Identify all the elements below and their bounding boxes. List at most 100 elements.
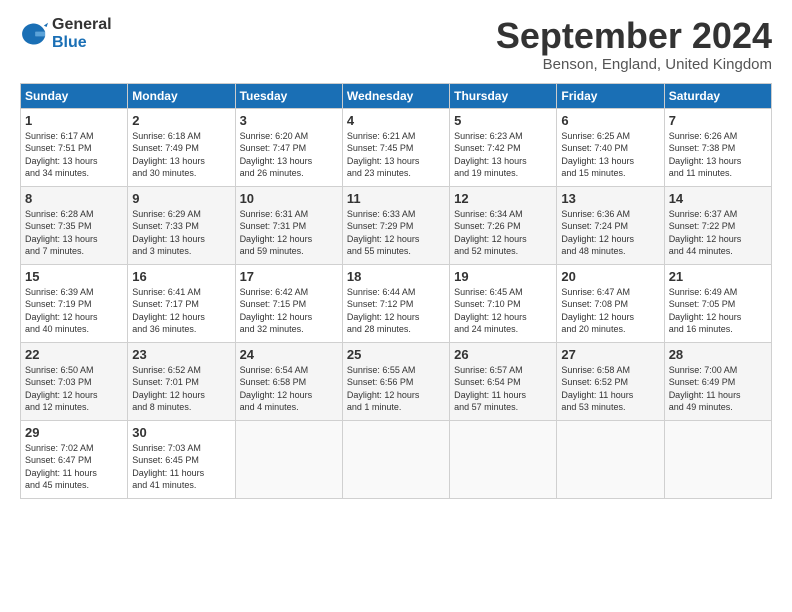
cell-info: Sunrise: 6:54 AMSunset: 6:58 PMDaylight:…	[240, 364, 338, 414]
calendar-cell: 7 Sunrise: 6:26 AMSunset: 7:38 PMDaylight…	[664, 108, 771, 186]
calendar-row-5: 29 Sunrise: 7:02 AMSunset: 6:47 PMDayligh…	[21, 420, 772, 498]
day-number: 29	[25, 425, 123, 440]
cell-info: Sunrise: 6:36 AMSunset: 7:24 PMDaylight:…	[561, 208, 659, 258]
calendar-table: Sunday Monday Tuesday Wednesday Thursday…	[20, 83, 772, 499]
cell-info: Sunrise: 6:29 AMSunset: 7:33 PMDaylight:…	[132, 208, 230, 258]
col-tuesday: Tuesday	[235, 83, 342, 108]
day-number: 24	[240, 347, 338, 362]
calendar-cell: 1Sunrise: 6:17 AMSunset: 7:51 PMDaylight…	[21, 108, 128, 186]
calendar-cell: 9 Sunrise: 6:29 AMSunset: 7:33 PMDaylight…	[128, 186, 235, 264]
logo-icon	[20, 20, 48, 48]
day-number: 25	[347, 347, 445, 362]
calendar-cell: 10Sunrise: 6:31 AMSunset: 7:31 PMDayligh…	[235, 186, 342, 264]
cell-info: Sunrise: 6:17 AMSunset: 7:51 PMDaylight:…	[25, 130, 123, 180]
col-saturday: Saturday	[664, 83, 771, 108]
cell-info: Sunrise: 7:00 AMSunset: 6:49 PMDaylight:…	[669, 364, 767, 414]
calendar-cell: 8Sunrise: 6:28 AMSunset: 7:35 PMDaylight…	[21, 186, 128, 264]
cell-info: Sunrise: 7:02 AMSunset: 6:47 PMDaylight:…	[25, 442, 123, 492]
day-number: 17	[240, 269, 338, 284]
subtitle: Benson, England, United Kingdom	[496, 56, 772, 73]
day-number: 9	[132, 191, 230, 206]
calendar-cell: 16 Sunrise: 6:41 AMSunset: 7:17 PMDayligh…	[128, 264, 235, 342]
calendar-row-1: 1Sunrise: 6:17 AMSunset: 7:51 PMDaylight…	[21, 108, 772, 186]
title-area: September 2024 Benson, England, United K…	[496, 16, 772, 73]
day-number: 8	[25, 191, 123, 206]
col-friday: Friday	[557, 83, 664, 108]
calendar-cell	[235, 420, 342, 498]
calendar-cell: 24 Sunrise: 6:54 AMSunset: 6:58 PMDayligh…	[235, 342, 342, 420]
calendar-cell: 4 Sunrise: 6:21 AMSunset: 7:45 PMDaylight…	[342, 108, 449, 186]
calendar-row-3: 15Sunrise: 6:39 AMSunset: 7:19 PMDayligh…	[21, 264, 772, 342]
cell-info: Sunrise: 6:21 AMSunset: 7:45 PMDaylight:…	[347, 130, 445, 180]
calendar-cell: 3 Sunrise: 6:20 AMSunset: 7:47 PMDaylight…	[235, 108, 342, 186]
calendar-cell: 5Sunrise: 6:23 AMSunset: 7:42 PMDaylight…	[450, 108, 557, 186]
calendar-cell: 25 Sunrise: 6:55 AMSunset: 6:56 PMDayligh…	[342, 342, 449, 420]
cell-info: Sunrise: 6:31 AMSunset: 7:31 PMDaylight:…	[240, 208, 338, 258]
day-number: 16	[132, 269, 230, 284]
day-number: 18	[347, 269, 445, 284]
cell-info: Sunrise: 6:55 AMSunset: 6:56 PMDaylight:…	[347, 364, 445, 414]
day-number: 22	[25, 347, 123, 362]
day-number: 3	[240, 113, 338, 128]
calendar-cell: 11 Sunrise: 6:33 AMSunset: 7:29 PMDayligh…	[342, 186, 449, 264]
calendar-cell: 14 Sunrise: 6:37 AMSunset: 7:22 PMDayligh…	[664, 186, 771, 264]
day-number: 26	[454, 347, 552, 362]
day-number: 7	[669, 113, 767, 128]
calendar-cell: 18 Sunrise: 6:44 AMSunset: 7:12 PMDayligh…	[342, 264, 449, 342]
cell-info: Sunrise: 6:26 AMSunset: 7:38 PMDaylight:…	[669, 130, 767, 180]
cell-info: Sunrise: 6:41 AMSunset: 7:17 PMDaylight:…	[132, 286, 230, 336]
cell-info: Sunrise: 6:20 AMSunset: 7:47 PMDaylight:…	[240, 130, 338, 180]
day-number: 30	[132, 425, 230, 440]
cell-info: Sunrise: 6:44 AMSunset: 7:12 PMDaylight:…	[347, 286, 445, 336]
day-number: 27	[561, 347, 659, 362]
cell-info: Sunrise: 6:49 AMSunset: 7:05 PMDaylight:…	[669, 286, 767, 336]
calendar-cell: 12 Sunrise: 6:34 AMSunset: 7:26 PMDayligh…	[450, 186, 557, 264]
logo-blue: Blue	[52, 34, 112, 52]
cell-info: Sunrise: 6:23 AMSunset: 7:42 PMDaylight:…	[454, 130, 552, 180]
day-number: 19	[454, 269, 552, 284]
calendar-cell: 15Sunrise: 6:39 AMSunset: 7:19 PMDayligh…	[21, 264, 128, 342]
month-title: September 2024	[496, 16, 772, 56]
calendar-cell: 22 Sunrise: 6:50 AMSunset: 7:03 PMDayligh…	[21, 342, 128, 420]
calendar-cell: 23 Sunrise: 6:52 AMSunset: 7:01 PMDayligh…	[128, 342, 235, 420]
cell-info: Sunrise: 6:45 AMSunset: 7:10 PMDaylight:…	[454, 286, 552, 336]
header-row: Sunday Monday Tuesday Wednesday Thursday…	[21, 83, 772, 108]
cell-info: Sunrise: 6:50 AMSunset: 7:03 PMDaylight:…	[25, 364, 123, 414]
day-number: 4	[347, 113, 445, 128]
calendar-cell: 30Sunrise: 7:03 AMSunset: 6:45 PMDayligh…	[128, 420, 235, 498]
day-number: 2	[132, 113, 230, 128]
calendar-cell: 13 Sunrise: 6:36 AMSunset: 7:24 PMDayligh…	[557, 186, 664, 264]
col-thursday: Thursday	[450, 83, 557, 108]
calendar-cell: 29 Sunrise: 7:02 AMSunset: 6:47 PMDayligh…	[21, 420, 128, 498]
cell-info: Sunrise: 6:42 AMSunset: 7:15 PMDaylight:…	[240, 286, 338, 336]
page-container: General Blue September 2024 Benson, Engl…	[0, 0, 792, 509]
cell-info: Sunrise: 6:34 AMSunset: 7:26 PMDaylight:…	[454, 208, 552, 258]
logo-text: General Blue	[52, 16, 112, 51]
col-sunday: Sunday	[21, 83, 128, 108]
logo-general: General	[52, 16, 112, 34]
day-number: 14	[669, 191, 767, 206]
calendar-cell: 20 Sunrise: 6:47 AMSunset: 7:08 PMDayligh…	[557, 264, 664, 342]
cell-info: Sunrise: 6:33 AMSunset: 7:29 PMDaylight:…	[347, 208, 445, 258]
calendar-row-4: 22 Sunrise: 6:50 AMSunset: 7:03 PMDayligh…	[21, 342, 772, 420]
calendar-cell	[664, 420, 771, 498]
day-number: 23	[132, 347, 230, 362]
cell-info: Sunrise: 6:18 AMSunset: 7:49 PMDaylight:…	[132, 130, 230, 180]
cell-info: Sunrise: 6:39 AMSunset: 7:19 PMDaylight:…	[25, 286, 123, 336]
day-number: 13	[561, 191, 659, 206]
cell-info: Sunrise: 6:47 AMSunset: 7:08 PMDaylight:…	[561, 286, 659, 336]
day-number: 12	[454, 191, 552, 206]
col-monday: Monday	[128, 83, 235, 108]
day-number: 11	[347, 191, 445, 206]
calendar-cell: 2 Sunrise: 6:18 AMSunset: 7:49 PMDaylight…	[128, 108, 235, 186]
logo: General Blue	[20, 16, 112, 51]
calendar-cell	[450, 420, 557, 498]
cell-info: Sunrise: 6:57 AMSunset: 6:54 PMDaylight:…	[454, 364, 552, 414]
day-number: 21	[669, 269, 767, 284]
cell-info: Sunrise: 6:25 AMSunset: 7:40 PMDaylight:…	[561, 130, 659, 180]
calendar-row-2: 8Sunrise: 6:28 AMSunset: 7:35 PMDaylight…	[21, 186, 772, 264]
cell-info: Sunrise: 6:37 AMSunset: 7:22 PMDaylight:…	[669, 208, 767, 258]
cell-info: Sunrise: 6:52 AMSunset: 7:01 PMDaylight:…	[132, 364, 230, 414]
calendar-cell: 6Sunrise: 6:25 AMSunset: 7:40 PMDaylight…	[557, 108, 664, 186]
day-number: 20	[561, 269, 659, 284]
